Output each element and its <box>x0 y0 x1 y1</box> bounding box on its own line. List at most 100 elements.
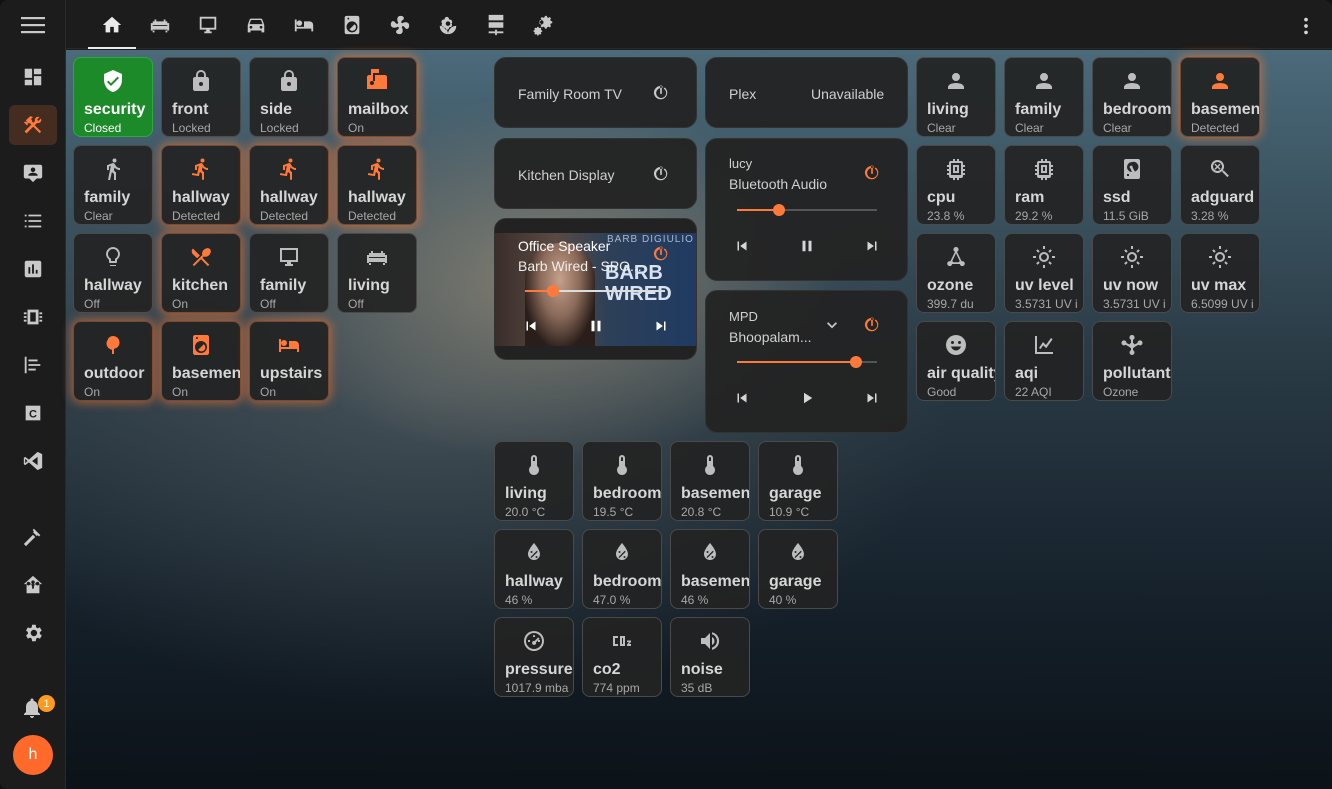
tile-family-occupancy[interactable]: family Clear <box>1004 57 1084 137</box>
tile-air-quality[interactable]: air quality Good <box>916 321 996 401</box>
volume-slider[interactable] <box>737 204 877 216</box>
play-button[interactable] <box>796 387 818 409</box>
tile-hallway-motion-3[interactable]: hallway Detected <box>337 145 417 225</box>
tile-living-sofa[interactable]: living Off <box>337 233 417 313</box>
tile-temperature-living[interactable]: living 20.0 °C <box>494 441 574 521</box>
sidebar-item-vscode[interactable] <box>9 441 57 481</box>
tile-temperature-basement[interactable]: basement 20.8 °C <box>670 441 750 521</box>
media-card-lucy[interactable]: lucy Bluetooth Audio <box>705 138 908 281</box>
contact-card-icon <box>23 164 43 183</box>
sidebar-item-c[interactable]: C <box>9 393 57 433</box>
previous-button[interactable] <box>520 315 542 337</box>
pause-button[interactable] <box>796 235 818 257</box>
progress-knob[interactable] <box>547 285 559 297</box>
tile-ozone[interactable]: ozone 399.7 du <box>916 233 996 313</box>
power-button[interactable] <box>861 314 883 336</box>
tile-family-motion[interactable]: family Clear <box>73 145 153 225</box>
media-card-kitchen-display[interactable]: Kitchen Display <box>494 138 697 209</box>
tile-bedroom-occupancy[interactable]: bedroom Clear <box>1092 57 1172 137</box>
sidebar-item-hardware[interactable] <box>9 297 57 337</box>
media-card-family-room-tv[interactable]: Family Room TV <box>494 57 697 128</box>
sidebar-item-overview[interactable] <box>9 57 57 97</box>
media-name: Office Speaker <box>518 238 611 254</box>
tile-adguard[interactable]: adguard 3.28 % <box>1180 145 1260 225</box>
volume-slider[interactable] <box>737 356 877 368</box>
tile-humidity-basement[interactable]: basement 46 % <box>670 529 750 609</box>
tab-garden[interactable] <box>424 0 472 49</box>
tile-aqi[interactable]: aqi 22 AQI <box>1004 321 1084 401</box>
tab-climate[interactable] <box>376 0 424 49</box>
tile-humidity-garage[interactable]: garage 40 % <box>758 529 838 609</box>
next-button[interactable] <box>861 235 883 257</box>
volume-knob[interactable] <box>850 356 862 368</box>
tile-pressure[interactable]: pressure 1017.9 mba <box>494 617 574 697</box>
progress-slider[interactable] <box>525 285 665 297</box>
tile-basement-occupancy[interactable]: basement Detected <box>1180 57 1260 137</box>
tile-humidity-hallway[interactable]: hallway 46 % <box>494 529 574 609</box>
tile-kitchen[interactable]: kitchen On <box>161 233 241 313</box>
power-button[interactable] <box>650 163 672 185</box>
tile-living-occupancy[interactable]: living Clear <box>916 57 996 137</box>
sidebar-item-developer-tools[interactable] <box>9 517 57 557</box>
tile-state: 11.5 GiB <box>1103 209 1149 223</box>
tile-temperature-garage[interactable]: garage 10.9 °C <box>758 441 838 521</box>
tile-uv-max[interactable]: uv max 6.5099 UV i <box>1180 233 1260 313</box>
sidebar-item-timeline[interactable] <box>9 345 57 385</box>
tile-front-lock[interactable]: front Locked <box>161 57 241 137</box>
tile-upstairs[interactable]: upstairs On <box>249 321 329 401</box>
tile-uv-level[interactable]: uv level 3.5731 UV i <box>1004 233 1084 313</box>
source-dropdown-button[interactable] <box>821 314 843 336</box>
tile-cpu[interactable]: cpu 23.8 % <box>916 145 996 225</box>
sofa-icon <box>367 251 387 265</box>
tile-family-tv[interactable]: family Off <box>249 233 329 313</box>
tile-pollutant[interactable]: pollutant Ozone <box>1092 321 1172 401</box>
media-card-office-speaker[interactable]: BARB DIGIULIO BARB WIRED Office Speaker … <box>494 218 697 360</box>
tab-garage[interactable] <box>232 0 280 49</box>
previous-button[interactable] <box>731 387 753 409</box>
tab-home[interactable] <box>88 0 136 49</box>
volume-fill <box>737 361 856 363</box>
tile-basement-washer[interactable]: basement On <box>161 321 241 401</box>
tile-hallway-light[interactable]: hallway Off <box>73 233 153 313</box>
previous-button[interactable] <box>731 235 753 257</box>
sidebar-item-home-assistant[interactable] <box>9 565 57 605</box>
menu-icon[interactable] <box>21 15 45 35</box>
home-assistant-icon <box>23 575 43 594</box>
tile-uv-now[interactable]: uv now 3.5731 UV i <box>1092 233 1172 313</box>
tile-mailbox[interactable]: mailbox On <box>337 57 417 137</box>
tile-name: living <box>505 485 547 502</box>
tab-system[interactable] <box>520 0 568 49</box>
tab-media[interactable] <box>184 0 232 49</box>
sidebar-item-logbook[interactable] <box>9 201 57 241</box>
tile-hallway-motion-1[interactable]: hallway Detected <box>161 145 241 225</box>
sidebar-item-tools[interactable] <box>9 105 57 145</box>
power-button[interactable] <box>650 82 672 104</box>
power-button[interactable] <box>861 162 883 184</box>
tile-ram[interactable]: ram 29.2 % <box>1004 145 1084 225</box>
sidebar-item-settings[interactable] <box>9 613 57 653</box>
tile-outdoor[interactable]: outdoor On <box>73 321 153 401</box>
user-avatar[interactable]: h <box>13 735 53 775</box>
tile-security[interactable]: security Closed <box>73 57 153 137</box>
overflow-menu-button[interactable] <box>1294 14 1318 38</box>
power-button[interactable] <box>650 243 672 265</box>
media-card-mpd[interactable]: MPD Bhoopalam... <box>705 290 908 433</box>
tab-living-room[interactable] <box>136 0 184 49</box>
media-card-plex[interactable]: Plex Unavailable <box>705 57 908 128</box>
tile-temperature-bedroom[interactable]: bedroom 19.5 °C <box>582 441 662 521</box>
tile-side-lock[interactable]: side Locked <box>249 57 329 137</box>
tab-laundry[interactable] <box>328 0 376 49</box>
tab-bedroom[interactable] <box>280 0 328 49</box>
tab-servers[interactable] <box>472 0 520 49</box>
tile-humidity-bedroom[interactable]: bedroom 47.0 % <box>582 529 662 609</box>
next-button[interactable] <box>861 387 883 409</box>
tile-noise[interactable]: noise 35 dB <box>670 617 750 697</box>
volume-knob[interactable] <box>773 204 785 216</box>
sidebar-item-contacts[interactable] <box>9 153 57 193</box>
tile-co2[interactable]: co2 774 ppm <box>582 617 662 697</box>
sidebar-item-history[interactable] <box>9 249 57 289</box>
tile-hallway-motion-2[interactable]: hallway Detected <box>249 145 329 225</box>
tile-ssd[interactable]: ssd 11.5 GiB <box>1092 145 1172 225</box>
pause-button[interactable] <box>585 315 607 337</box>
next-button[interactable] <box>650 315 672 337</box>
